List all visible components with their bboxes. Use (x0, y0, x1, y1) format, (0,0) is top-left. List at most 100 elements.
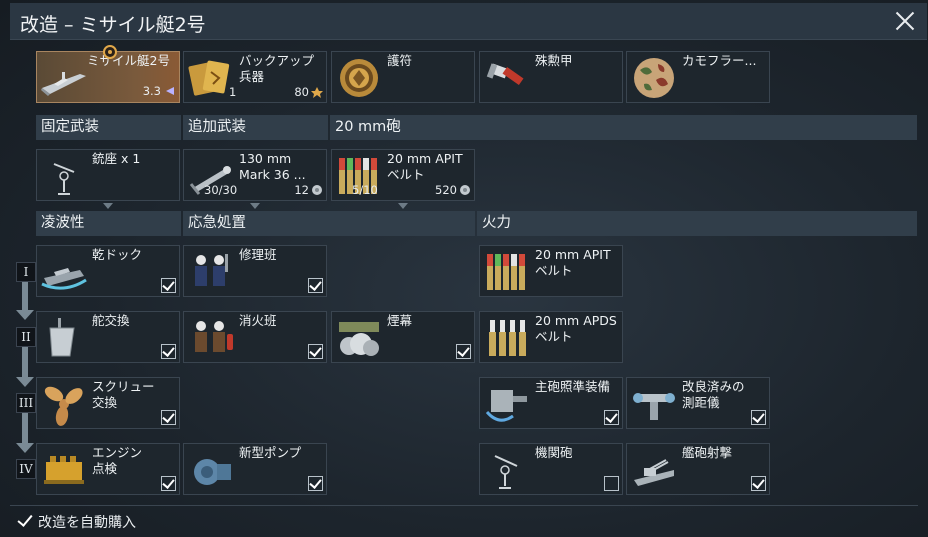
module-autocannon[interactable]: 機関砲 (479, 443, 623, 495)
module-label: エンジン 点検 (92, 445, 143, 476)
ammo-belt-icon (487, 254, 525, 290)
module-label: 20 mm APDS ベルト (535, 313, 617, 344)
backup-count: 1 (229, 85, 237, 99)
checkbox-icon[interactable] (16, 512, 34, 530)
silver-lion-icon (312, 185, 322, 195)
dropdown-arrow-icon (103, 203, 113, 209)
auto-buy-toggle[interactable]: 改造を自動購入 (16, 512, 136, 532)
ammo-belt-label: 20 mm APIT ベルト (387, 151, 463, 182)
module-dry-dock[interactable]: 乾ドック (36, 245, 180, 297)
ammo-belt-icon (489, 320, 526, 356)
footer-divider (10, 505, 918, 506)
module-checkbox[interactable] (161, 410, 176, 425)
module-label: 改良済みの 測距儀 (682, 379, 745, 410)
close-icon[interactable] (893, 9, 917, 33)
tier-arrow (22, 347, 28, 379)
turret-label: 銃座 x 1 (92, 151, 141, 166)
module-checkbox[interactable] (604, 410, 619, 425)
additional-armament-header: 追加武装 (183, 115, 328, 140)
module-new-pumps[interactable]: 新型ポンプ (183, 443, 327, 495)
rank-triangle-icon (166, 87, 174, 95)
camouflage-card[interactable]: カモフラー... (626, 51, 770, 103)
seaworthiness-header: 凌波性 (36, 211, 181, 236)
module-rudder-replacement[interactable]: 舵交換 (36, 311, 180, 363)
title-bar: 改造 – ミサイル艇2号 (10, 3, 927, 40)
module-label: 消火班 (239, 313, 277, 328)
torpedo-ammo: 30/30 (204, 183, 238, 197)
module-label: 機関砲 (535, 445, 573, 460)
module-label: スクリュー 交換 (92, 379, 155, 410)
module-checkbox[interactable] (308, 476, 323, 491)
module-checkbox[interactable] (161, 476, 176, 491)
tier-arrow (22, 413, 28, 445)
module-apit-belt[interactable]: 20 mm APIT ベルト (479, 245, 623, 297)
torpedo-card[interactable]: 130 mm Mark 36 ... 30/30 12 (183, 149, 327, 201)
module-main-gun-fcs[interactable]: 主砲照準装備 (479, 377, 623, 429)
module-smoke-screen[interactable]: 煙幕 (331, 311, 475, 363)
module-checkbox[interactable] (161, 344, 176, 359)
talisman-card[interactable]: 護符 (331, 51, 475, 103)
firepower-header: 火力 (477, 211, 917, 236)
boat-icon (41, 72, 86, 96)
module-repair-crew[interactable]: 修理班 (183, 245, 327, 297)
module-checkbox[interactable] (751, 476, 766, 491)
module-checkbox[interactable] (751, 410, 766, 425)
ammo-belt-cost: 520 (435, 183, 457, 197)
gun-20mm-header: 20 mm砲 (330, 115, 917, 140)
module-engine-inspection[interactable]: エンジン 点検 (36, 443, 180, 495)
ammo-belt-count: 5/10 (352, 183, 378, 197)
backup-weapon-card[interactable]: バックアップ 兵器 1 80 (183, 51, 327, 103)
repair-crew-icon (195, 254, 228, 286)
module-propeller-replacement[interactable]: スクリュー 交換 (36, 377, 180, 429)
pump-icon (194, 459, 231, 485)
backup-price: 80 (294, 85, 309, 99)
smoke-screen-icon (339, 322, 379, 356)
module-apds-belt[interactable]: 20 mm APDS ベルト (479, 311, 623, 363)
decoration-card[interactable]: 殊勲甲 (479, 51, 623, 103)
module-label: 乾ドック (92, 247, 143, 262)
rudder-icon (49, 318, 75, 357)
module-checkbox[interactable] (161, 278, 176, 293)
tier-arrow-head (16, 377, 34, 387)
tier-2-badge: II (16, 327, 36, 347)
turret-card[interactable]: 銃座 x 1 (36, 149, 180, 201)
tier-4-badge: IV (16, 459, 36, 479)
paintbrush-icon (486, 63, 524, 86)
module-label: 主砲照準装備 (535, 379, 611, 394)
talisman-label: 護符 (387, 53, 413, 68)
module-improved-rangefinder[interactable]: 改良済みの 測距儀 (626, 377, 770, 429)
window-title: 改造 – ミサイル艇2号 (20, 14, 206, 36)
module-firefighting-crew[interactable]: 消火班 (183, 311, 327, 363)
module-checkbox[interactable] (456, 344, 471, 359)
backup-cards-icon (188, 60, 230, 96)
module-label: 修理班 (239, 247, 277, 262)
propeller-icon (44, 386, 83, 426)
module-checkbox[interactable] (308, 278, 323, 293)
tier-1-badge: I (16, 262, 36, 282)
module-label: 艦砲射撃 (682, 445, 733, 460)
torpedo-label: 130 mm Mark 36 ... (239, 151, 306, 182)
autocannon-icon (494, 455, 518, 489)
rangefinder-icon (633, 393, 675, 420)
tier-arrow-head (16, 443, 34, 453)
fixed-armament-header: 固定武装 (36, 115, 181, 140)
damage-control-header: 応急処置 (183, 211, 475, 236)
vehicle-card[interactable]: ミサイル艇2号 3.3 (36, 45, 180, 103)
module-checkbox[interactable] (308, 344, 323, 359)
module-label: 新型ポンプ (239, 445, 302, 460)
battle-rating: 3.3 (142, 84, 161, 98)
ammo-belt-card[interactable]: 20 mm APIT ベルト 5/10 520 (331, 149, 475, 201)
premium-badge-icon (103, 45, 117, 59)
module-naval-bombardment[interactable]: 艦砲射撃 (626, 443, 770, 495)
module-checkbox[interactable] (604, 476, 619, 491)
tier-arrow (22, 282, 28, 312)
talisman-medal-icon (340, 59, 378, 97)
module-label: 20 mm APIT ベルト (535, 247, 611, 278)
camouflage-label: カモフラー... (682, 53, 757, 68)
turret-gun-icon (53, 163, 75, 195)
vehicle-name: ミサイル艇2号 (87, 53, 170, 68)
tier-3-badge: III (16, 393, 36, 413)
decoration-label: 殊勲甲 (535, 53, 573, 68)
tier-arrow-head (16, 310, 34, 320)
dry-dock-icon (41, 268, 87, 290)
